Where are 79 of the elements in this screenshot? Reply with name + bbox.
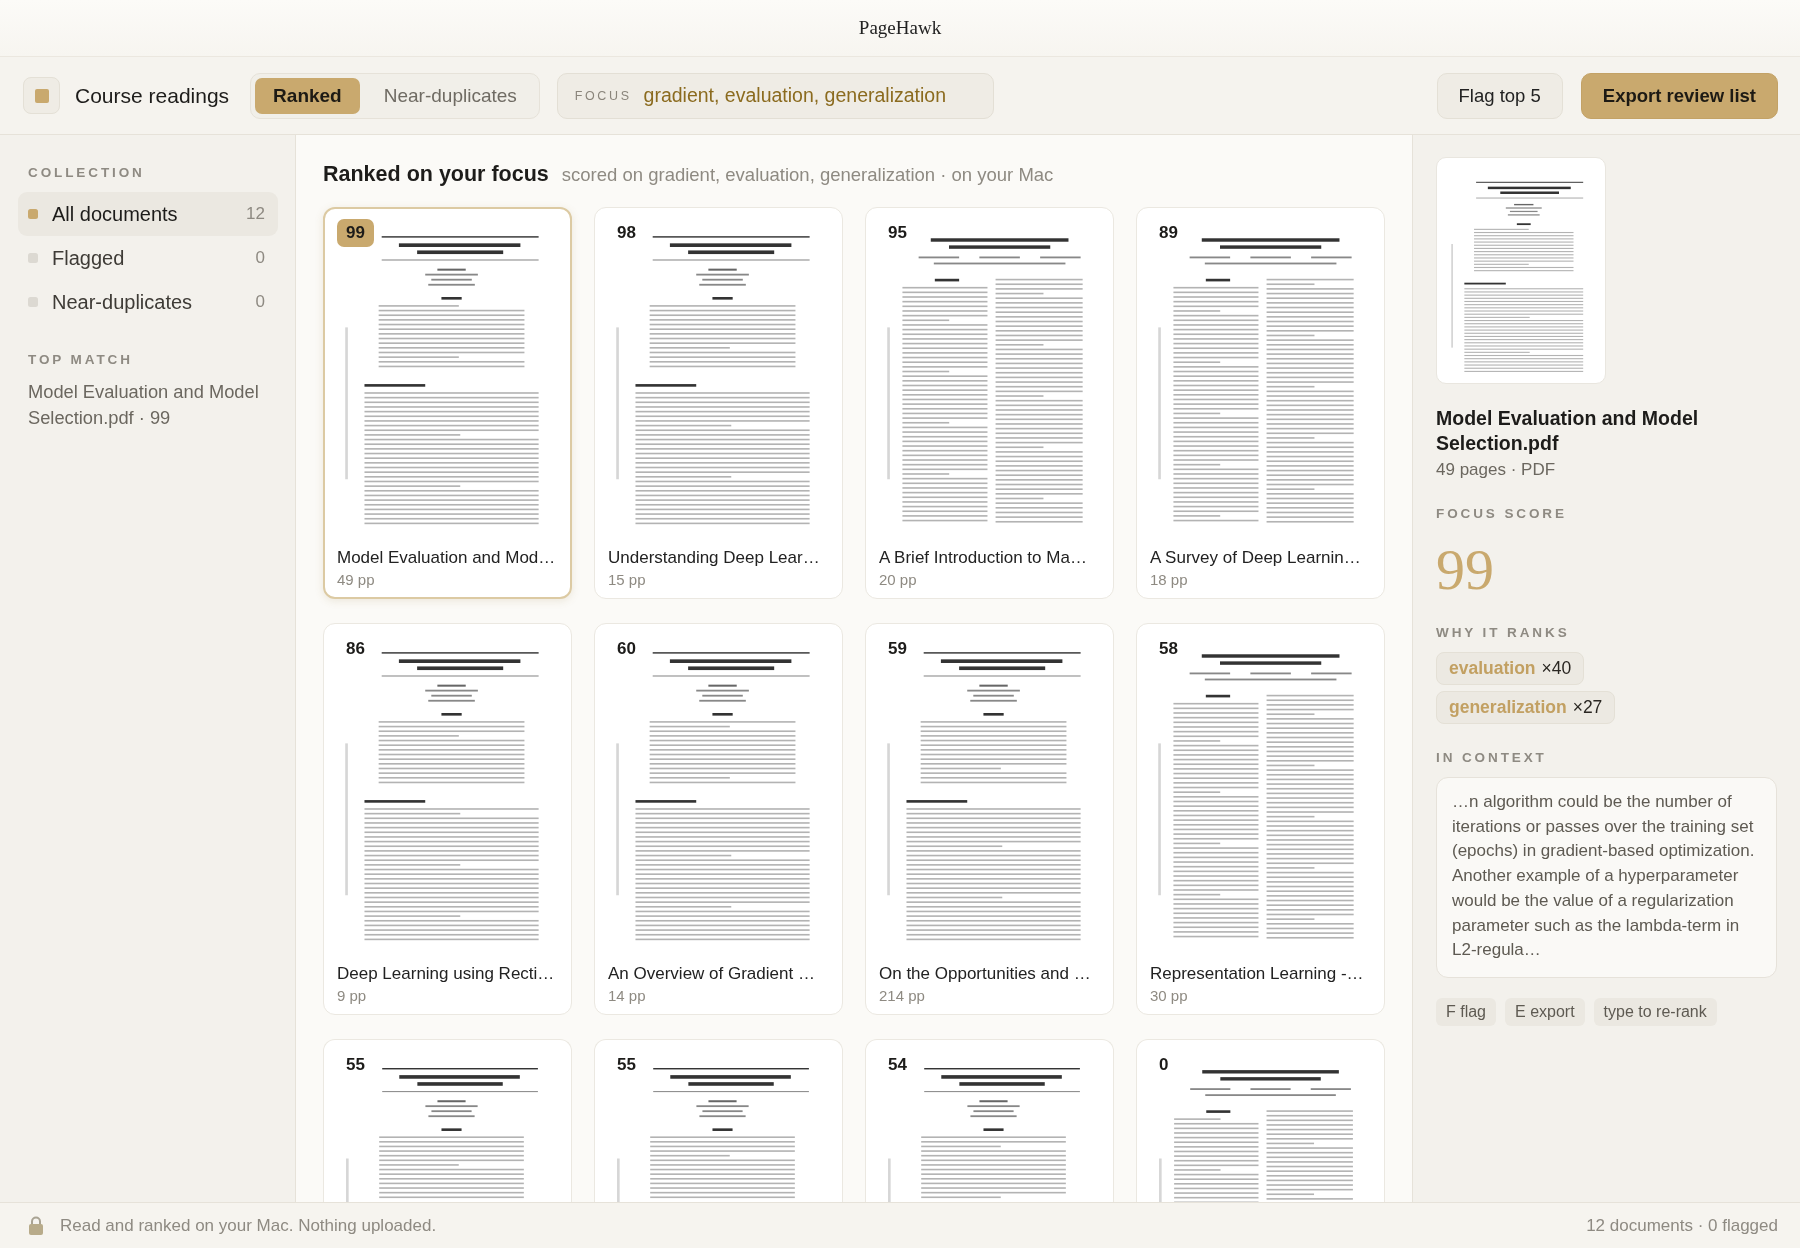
document-meta: 49 pages · PDF bbox=[1436, 460, 1557, 480]
document-title: A Brief Introduction to Ma… bbox=[879, 548, 1088, 568]
section-heading: TOP MATCH bbox=[28, 352, 134, 367]
shortcut-hint: E export bbox=[1505, 997, 1585, 1026]
focus-score: 98 bbox=[616, 222, 637, 244]
shortcut-hint: type to re-rank bbox=[1593, 997, 1717, 1026]
collection-item[interactable]: Flagged 0 bbox=[18, 236, 278, 280]
focus-label: FOCUS bbox=[574, 88, 632, 103]
document-card[interactable]: 55 bbox=[594, 1039, 843, 1202]
page-count: 214 pp bbox=[879, 987, 926, 1004]
document-title: A Survey of Deep Learnin… bbox=[1150, 548, 1362, 568]
results-heading: Ranked on your focus bbox=[323, 162, 549, 187]
document-title: Understanding Deep Lear… bbox=[608, 548, 821, 568]
focus-score: 0 bbox=[1158, 1054, 1170, 1076]
document-card[interactable]: 58 Representation Learning -… 30 pp bbox=[1136, 623, 1385, 1015]
page-count: 49 pp bbox=[337, 571, 376, 588]
focus-score: 60 bbox=[616, 638, 637, 660]
shortcut-hint: F flag bbox=[1436, 997, 1496, 1026]
reason-term: evaluation bbox=[1449, 658, 1536, 678]
focus-score: 89 bbox=[1158, 222, 1179, 244]
square-icon bbox=[34, 88, 49, 103]
lock-icon bbox=[28, 1216, 44, 1235]
context-excerpt: …n algorithm could be the number of iterations or passes over the training set (epochs) in gradient-based optimization. Another example of a hyperparameter would be the value of a regularization parameter such as the lambda-term in L2-regula… bbox=[1436, 777, 1777, 978]
document-title: Representation Learning -… bbox=[1150, 964, 1365, 984]
window-title: PageHawk bbox=[858, 17, 942, 39]
document-card[interactable]: 59 On the Opportunities and … 214 pp bbox=[865, 623, 1114, 1015]
page-count: 18 pp bbox=[1150, 571, 1189, 588]
reason-term: generalization bbox=[1449, 697, 1567, 717]
document-card[interactable]: 54 bbox=[865, 1039, 1114, 1202]
results-subheading: scored on gradient, evaluation, generalization · on your Mac bbox=[561, 164, 1054, 186]
sidebar-toggle-button[interactable] bbox=[23, 77, 60, 114]
item-count: 12 bbox=[246, 204, 265, 224]
document-card[interactable]: 60 An Overview of Gradient … 14 pp bbox=[594, 623, 843, 1015]
document-title: Model Evaluation and Mod… bbox=[337, 548, 557, 568]
document-title: Deep Learning using Recti… bbox=[337, 964, 556, 984]
document-card[interactable]: 86 Deep Learning using Recti… 9 pp bbox=[323, 623, 572, 1015]
top-match-text: Model Evaluation and Model Selection.pdf · 99 bbox=[27, 380, 260, 430]
document-title: An Overview of Gradient … bbox=[608, 964, 816, 984]
section-heading: COLLECTION bbox=[28, 165, 146, 180]
section-heading: FOCUS SCORE bbox=[1436, 506, 1568, 521]
view-tab[interactable]: Ranked bbox=[255, 77, 360, 114]
document-card[interactable]: 89 A Survey of Deep Learnin… 18 pp bbox=[1136, 207, 1385, 599]
focus-score: 55 bbox=[345, 1054, 366, 1076]
view-tab[interactable]: Near-duplicates bbox=[365, 77, 535, 114]
section-heading: IN CONTEXT bbox=[1436, 750, 1548, 765]
page-count: 20 pp bbox=[879, 571, 918, 588]
document-card[interactable]: 0 bbox=[1136, 1039, 1385, 1202]
focus-score: 58 bbox=[1158, 638, 1179, 660]
item-count: 0 bbox=[255, 248, 265, 268]
status-summary: 12 documents · 0 flagged bbox=[1586, 1215, 1778, 1236]
document-card[interactable]: 98 Understanding Deep Lear… 15 pp bbox=[594, 207, 843, 599]
collection-title: Course readings bbox=[75, 83, 230, 108]
focus-score: 95 bbox=[887, 222, 908, 244]
collection-item[interactable]: Near-duplicates 0 bbox=[18, 280, 278, 324]
item-count: 0 bbox=[255, 292, 265, 312]
page-count: 15 pp bbox=[608, 571, 647, 588]
collection-item[interactable]: All documents 12 bbox=[18, 192, 278, 236]
page-count: 30 pp bbox=[1150, 987, 1189, 1004]
focus-field[interactable]: FOCUS gradient, evaluation, generalization bbox=[556, 72, 994, 119]
document-card[interactable]: 95 A Brief Introduction to Ma… 20 pp bbox=[865, 207, 1114, 599]
focus-score: 59 bbox=[887, 638, 908, 660]
section-heading: WHY IT RANKS bbox=[1436, 625, 1571, 640]
focus-score: 55 bbox=[616, 1054, 637, 1076]
document-card[interactable]: 99 Model Evaluation and Mod… 49 pp bbox=[323, 207, 572, 599]
focus-query: gradient, evaluation, generalization bbox=[643, 84, 947, 107]
page-count: 14 pp bbox=[608, 987, 647, 1004]
export-button[interactable]: Export review list bbox=[1580, 72, 1778, 119]
status-message: Read and ranked on your Mac. Nothing uploaded. bbox=[60, 1215, 438, 1236]
focus-score: 86 bbox=[345, 638, 366, 660]
focus-score: 99 bbox=[337, 219, 374, 247]
reason-count: ×40 bbox=[1541, 658, 1572, 678]
reason-count: ×27 bbox=[1572, 697, 1603, 717]
page-count: 9 pp bbox=[337, 987, 368, 1004]
flag-button[interactable]: Flag top 5 bbox=[1436, 72, 1563, 119]
focus-score: 54 bbox=[887, 1054, 908, 1076]
document-name: Model Evaluation and Model Selection.pdf bbox=[1436, 406, 1700, 456]
focus-score-value: 99 bbox=[1436, 541, 1495, 599]
document-card[interactable]: 55 bbox=[323, 1039, 572, 1202]
document-title: On the Opportunities and … bbox=[879, 964, 1092, 984]
